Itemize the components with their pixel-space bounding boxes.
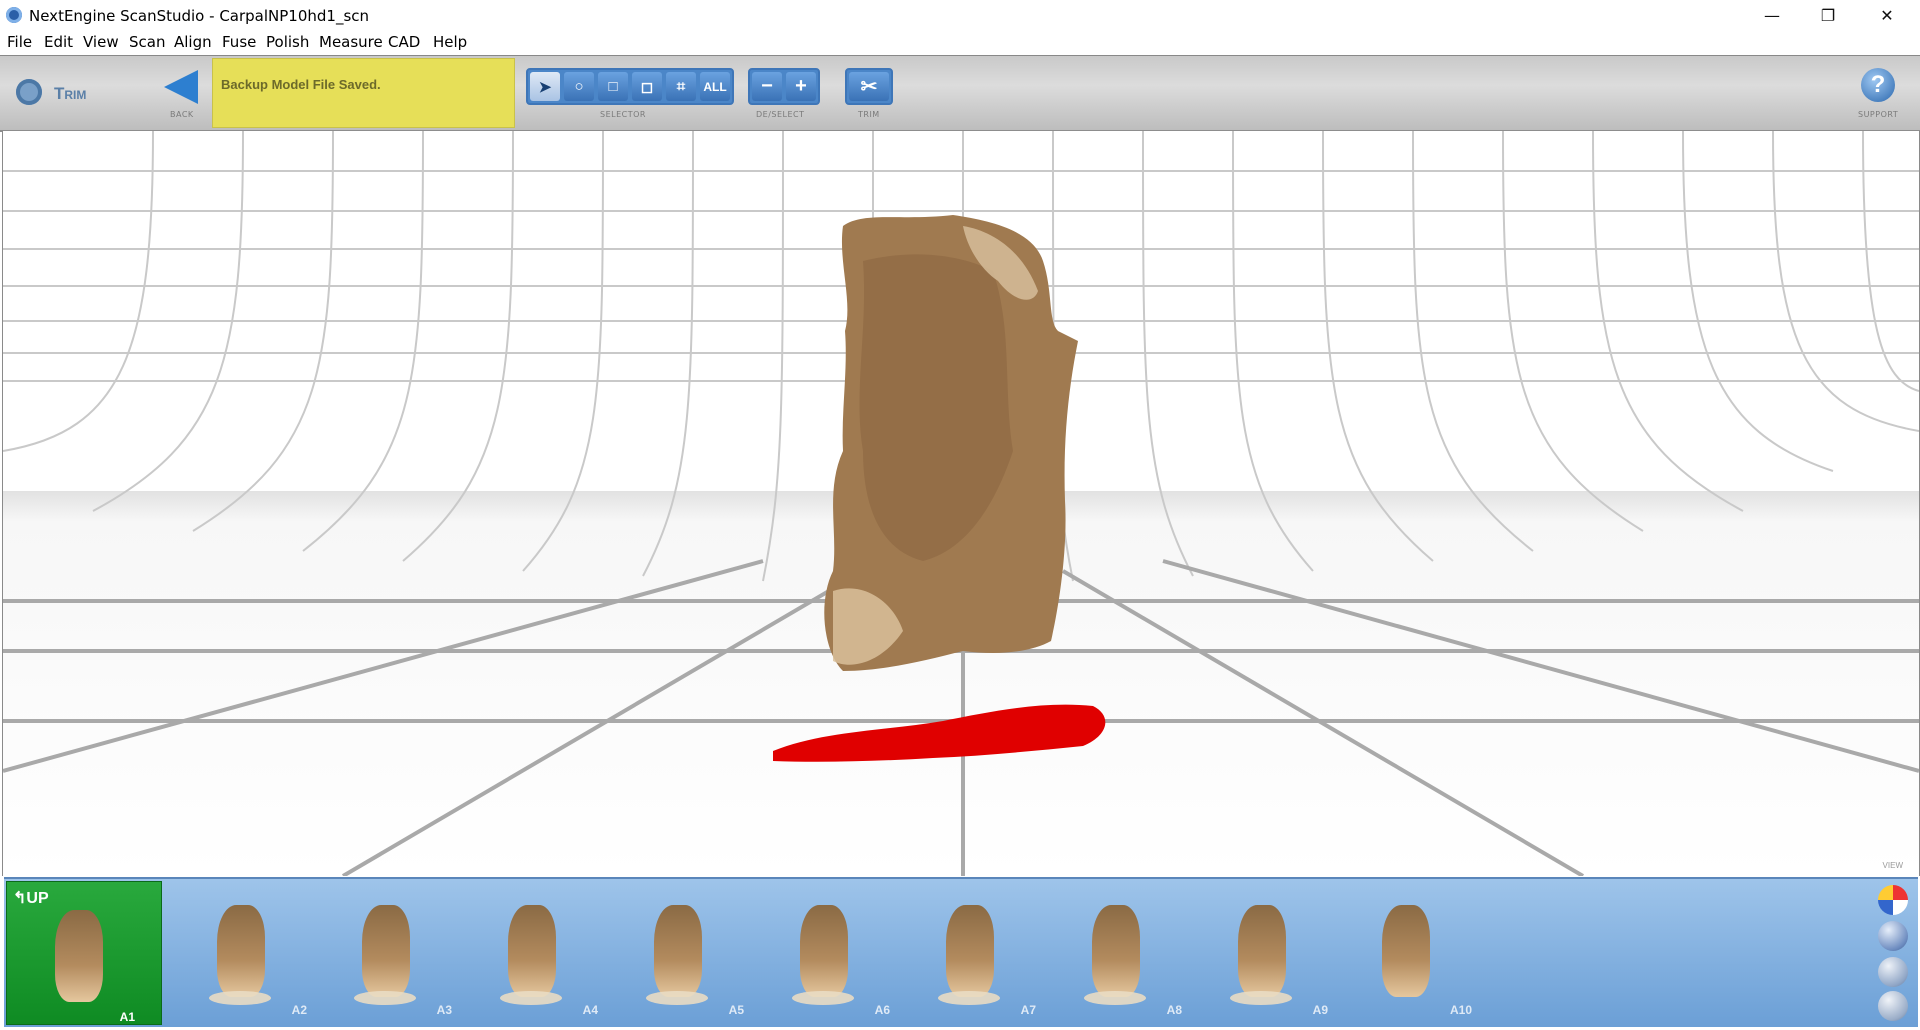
deselect-label: De/Select <box>756 110 805 119</box>
menu-polish[interactable]: Polish <box>266 33 309 51</box>
scan-base <box>1084 991 1146 1005</box>
menu-bar: File Edit View Scan Align Fuse Polish Me… <box>0 31 1920 55</box>
trim-label: Trim <box>858 110 880 119</box>
thumbnail-label: A6 <box>874 1003 890 1017</box>
deselect-group: − + <box>748 68 820 105</box>
up-arrow-icon: ↰ <box>13 890 27 907</box>
menu-edit[interactable]: Edit <box>44 33 73 51</box>
selector-group: ➤ ○ □ ◻ ⌗ ALL <box>526 68 734 105</box>
menu-align[interactable]: Align <box>174 33 212 51</box>
scan-preview <box>946 905 994 997</box>
thumbnail-a1-selected[interactable]: ↰UP A1 <box>6 881 162 1025</box>
toolbar: Trim Back Backup Model File Saved. ➤ ○ □… <box>0 55 1920 132</box>
selector-label: Selector <box>600 110 646 119</box>
thumbnail-label: A8 <box>1166 1003 1182 1017</box>
back-arrow-icon[interactable] <box>164 70 198 104</box>
thumbnail-a6[interactable]: A6 <box>772 891 890 1017</box>
menu-cad[interactable]: CAD <box>388 33 420 51</box>
menu-scan[interactable]: Scan <box>129 33 165 51</box>
box-select-button[interactable]: ◻ <box>632 72 662 101</box>
thumbnail-a4[interactable]: A4 <box>480 891 598 1017</box>
thumbnail-label: A2 <box>291 1003 307 1017</box>
scan-base <box>1230 991 1292 1005</box>
thumbnail-label: A7 <box>1020 1003 1036 1017</box>
thumbnail-a7[interactable]: A7 <box>918 891 1036 1017</box>
thumbnail-label: A9 <box>1312 1003 1328 1017</box>
trim-group: ✂ <box>845 68 893 105</box>
grid-background <box>3 131 1919 876</box>
scan-base <box>938 991 1000 1005</box>
app-icon <box>6 7 22 23</box>
scan-preview <box>1238 905 1286 997</box>
scan-preview <box>217 905 265 997</box>
thumbnail-label: A4 <box>582 1003 598 1017</box>
thumbnail-a1: A1 <box>27 896 135 1024</box>
thumbnail-label: A5 <box>728 1003 744 1017</box>
thumbnail-a10[interactable]: A10 <box>1354 891 1472 1017</box>
thumbnail-a2[interactable]: A2 <box>189 891 307 1017</box>
scan-base <box>500 991 562 1005</box>
view-label: View <box>1882 861 1903 870</box>
scan-preview <box>362 905 410 997</box>
rectangle-select-button[interactable]: □ <box>598 72 628 101</box>
pointer-select-button[interactable]: ➤ <box>530 72 560 101</box>
thumbnail-label: A10 <box>1449 1003 1472 1017</box>
scan-preview <box>654 905 702 997</box>
menu-help[interactable]: Help <box>433 33 467 51</box>
close-button[interactable]: ✕ <box>1864 0 1910 30</box>
mode-label: Trim <box>54 84 87 103</box>
trim-mode-gear-icon <box>16 79 42 105</box>
scan-preview <box>508 905 556 997</box>
thumbnail-a5[interactable]: A5 <box>626 891 744 1017</box>
menu-measure[interactable]: Measure <box>319 33 383 51</box>
restore-button[interactable]: ❐ <box>1805 0 1851 30</box>
select-plus-button[interactable]: + <box>786 72 816 101</box>
support-label: Support <box>1858 110 1899 119</box>
circle-select-button[interactable]: ○ <box>564 72 594 101</box>
scan-preview <box>800 905 848 997</box>
title-bar: NextEngine ScanStudio - CarpalNP10hd1_sc… <box>0 0 1920 30</box>
back-label: Back <box>170 110 194 119</box>
support-help-icon[interactable]: ? <box>1861 68 1895 102</box>
status-text: Backup Model File Saved. <box>221 77 381 92</box>
color-view-ball-icon[interactable] <box>1878 885 1908 915</box>
thumbnail-label: A1 <box>119 1010 135 1024</box>
deselect-minus-button[interactable]: − <box>752 72 782 101</box>
scan-preview <box>1092 905 1140 997</box>
scan-base <box>646 991 708 1005</box>
menu-view[interactable]: View <box>83 33 119 51</box>
menu-fuse[interactable]: Fuse <box>222 33 256 51</box>
scan-preview <box>55 910 103 1002</box>
thumbnail-a8[interactable]: A8 <box>1064 891 1182 1017</box>
scan-base <box>209 991 271 1005</box>
thumbnail-a3[interactable]: A3 <box>334 891 452 1017</box>
3d-viewport[interactable]: View <box>2 131 1920 876</box>
scan-thumbnail-strip: ↰UP A1 A2 A3 A4 A5 A6 A7 A8 A9 A10 <box>4 877 1918 1027</box>
select-all-button[interactable]: ALL <box>700 72 730 101</box>
scan-preview <box>1382 905 1430 997</box>
scan-base <box>792 991 854 1005</box>
window-title: NextEngine ScanStudio - CarpalNP10hd1_sc… <box>29 7 370 25</box>
thumbnail-a9[interactable]: A9 <box>1210 891 1328 1017</box>
minimize-button[interactable]: — <box>1749 0 1795 30</box>
thumbnail-label: A3 <box>436 1003 452 1017</box>
menu-file[interactable]: File <box>7 33 32 51</box>
scan-base <box>354 991 416 1005</box>
points-view-ball-icon[interactable] <box>1878 991 1908 1021</box>
status-message: Backup Model File Saved. <box>212 58 515 128</box>
shaded-view-ball-icon[interactable] <box>1878 921 1908 951</box>
trim-scissors-button[interactable]: ✂ <box>849 72 889 101</box>
textured-view-ball-icon[interactable] <box>1878 957 1908 987</box>
lasso-select-button[interactable]: ⌗ <box>666 72 696 101</box>
